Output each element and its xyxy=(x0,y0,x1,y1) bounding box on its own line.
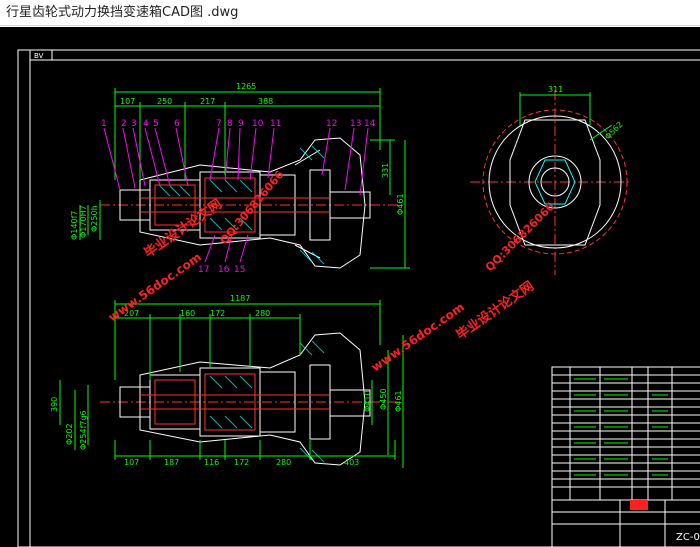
part-balloons: 1 2 3 4 5 6 7 8 9 10 11 12 13 14 17 16 1… xyxy=(101,119,376,275)
window-title: 行星齿轮式动力换挡变速箱CAD图 .dwg xyxy=(0,0,700,26)
balloon-label: 2 xyxy=(121,119,127,129)
dim-label: 217 xyxy=(200,97,215,106)
balloon-label: 4 xyxy=(143,119,149,129)
balloon-label: 14 xyxy=(364,119,376,129)
dim-label: Φ250h xyxy=(90,205,99,232)
watermark-text: QQ:306826066 xyxy=(483,200,557,274)
bottom-dimension-labels: 1187 207 160 172 280 107 187 116 172 280… xyxy=(50,294,403,467)
dim-label: 1187 xyxy=(230,294,250,303)
balloon-label: 9 xyxy=(238,119,244,129)
dim-label: Φ140f7 xyxy=(70,211,79,240)
parts-list-entries xyxy=(574,378,668,476)
balloon-label: 12 xyxy=(326,119,337,129)
dim-label: Φ170H7 xyxy=(79,205,88,238)
cad-drawing: BV 1265 107 250 217 388 331 Φ461 Φ140f7 … xyxy=(17,49,700,547)
dim-label: 250 xyxy=(157,97,172,106)
cad-canvas[interactable]: BV 1265 107 250 217 388 331 Φ461 Φ140f7 … xyxy=(0,27,700,547)
bottom-housing-outline xyxy=(139,332,366,466)
dim-label: 388 xyxy=(258,97,273,106)
dim-label: 280 xyxy=(276,458,291,467)
dim-label: Φ254f7g6 xyxy=(79,410,88,450)
watermark-text: www.56doc.com xyxy=(369,300,467,375)
dim-label: 107 xyxy=(120,97,135,106)
dim-label: Φ202 xyxy=(65,423,74,445)
dim-label: Φ461 xyxy=(396,193,405,215)
dim-label: Φ410 xyxy=(363,390,372,412)
dim-label: 187 xyxy=(164,458,179,467)
balloon-label: 8 xyxy=(227,119,233,129)
dim-label: 160 xyxy=(180,309,195,318)
bottom-view: 1187 207 160 172 280 107 187 116 172 280… xyxy=(50,294,404,468)
end-view-dim-dia: Φ562 xyxy=(603,120,625,142)
frame-tag: BV xyxy=(34,52,44,60)
dim-label: 403 xyxy=(344,458,359,467)
dim-label: 107 xyxy=(124,458,139,467)
dim-label: 172 xyxy=(210,309,225,318)
balloon-label: 13 xyxy=(350,119,361,129)
title-block xyxy=(551,366,700,547)
watermark-text: 毕业设计论文网 xyxy=(141,196,225,261)
end-view-dim-top: 311 xyxy=(548,85,563,94)
dim-label: 172 xyxy=(234,458,249,467)
dim-label: 116 xyxy=(204,458,219,467)
dim-label: Φ461 xyxy=(394,390,403,412)
end-view: 311 Φ562 xyxy=(470,85,630,275)
top-view: 1265 107 250 217 388 331 Φ461 Φ140f7 Φ17… xyxy=(70,82,410,275)
drawing-number: ZC-0 xyxy=(676,532,700,543)
dim-label: 280 xyxy=(255,309,270,318)
dim-label: Φ450 xyxy=(379,388,388,410)
dim-label: 331 xyxy=(381,163,390,178)
balloon-label: 10 xyxy=(252,119,264,129)
balloon-label: 11 xyxy=(270,119,281,129)
balloon-label: 1 xyxy=(101,119,107,129)
balloon-label: 16 xyxy=(218,265,230,275)
balloon-label: 5 xyxy=(153,119,159,129)
watermarks: 毕业设计论文网 www.56doc.com QQ:306826066 www.5… xyxy=(106,168,558,375)
balloon-label: 6 xyxy=(174,119,180,129)
balloon-label: 17 xyxy=(198,265,209,275)
balloon-label: 7 xyxy=(216,119,222,129)
dim-label: 1265 xyxy=(236,82,256,91)
title-block-stamp xyxy=(630,500,648,510)
balloon-label: 15 xyxy=(234,265,245,275)
balloon-label: 3 xyxy=(131,119,137,129)
dim-label: 390 xyxy=(50,397,59,412)
